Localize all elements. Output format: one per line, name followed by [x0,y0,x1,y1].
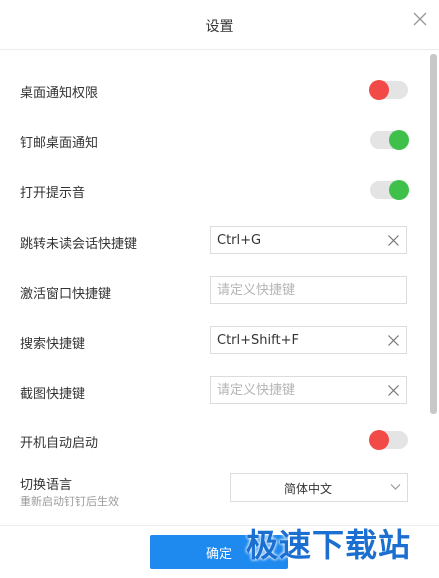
desktop-notify-toggle[interactable] [369,80,408,100]
screenshot-shortcut-field[interactable] [210,376,407,404]
setting-row-jump-unread: 跳转未读会话快捷键 [20,225,410,257]
setting-row-dingmail-notify: 钉邮桌面通知 [20,124,410,156]
autostart-label: 开机自动启动 [20,436,99,451]
activate-window-field[interactable] [210,276,407,304]
setting-row-desktop-notify: 桌面通知权限 [20,74,410,106]
toggle-knob [369,80,389,100]
language-note: 重新启动钉钉后生效 [20,495,119,508]
language-selected-value: 简体中文 [283,482,332,496]
dingmail-notify-label: 钉邮桌面通知 [20,136,99,151]
scrollbar-thumb[interactable] [430,54,437,414]
language-select[interactable]: 简体中文 [230,473,408,502]
setting-row-activate-window: 激活窗口快捷键 [20,275,410,307]
setting-row-autostart: 开机自动启动 [20,424,410,456]
jump-unread-field[interactable] [210,226,407,254]
toggle-knob [389,130,409,150]
search-shortcut-label: 搜索快捷键 [20,337,86,352]
activate-window-label: 激活窗口快捷键 [20,287,112,302]
activate-window-input[interactable] [217,281,377,299]
search-shortcut-field[interactable] [210,326,407,354]
language-label: 切换语言 [20,478,73,493]
setting-row-screenshot: 截图快捷键 [20,375,410,407]
clear-icon[interactable] [388,235,399,246]
close-icon[interactable] [411,10,429,28]
clear-icon[interactable] [388,385,399,396]
toggle-knob [369,430,389,450]
dingmail-notify-toggle[interactable] [370,130,409,150]
scrollbar[interactable] [430,50,437,540]
site-watermark: 极速下载站 [246,526,412,564]
jump-unread-label: 跳转未读会话快捷键 [20,237,138,252]
search-shortcut-input[interactable] [217,331,377,349]
setting-row-sound: 打开提示音 [20,174,410,206]
dialog-title: 设置 [205,19,234,35]
sound-label: 打开提示音 [20,186,86,201]
screenshot-shortcut-input[interactable] [217,381,377,399]
chevron-down-icon [390,484,401,490]
clear-icon[interactable] [388,335,399,346]
toggle-knob [389,180,409,200]
sound-toggle[interactable] [370,180,409,200]
dialog-titlebar: 设置 [0,0,439,50]
jump-unread-input[interactable] [217,231,377,249]
autostart-toggle[interactable] [369,430,408,450]
setting-row-search: 搜索快捷键 [20,325,410,357]
screenshot-shortcut-label: 截图快捷键 [20,387,86,402]
desktop-notify-label: 桌面通知权限 [20,86,99,101]
